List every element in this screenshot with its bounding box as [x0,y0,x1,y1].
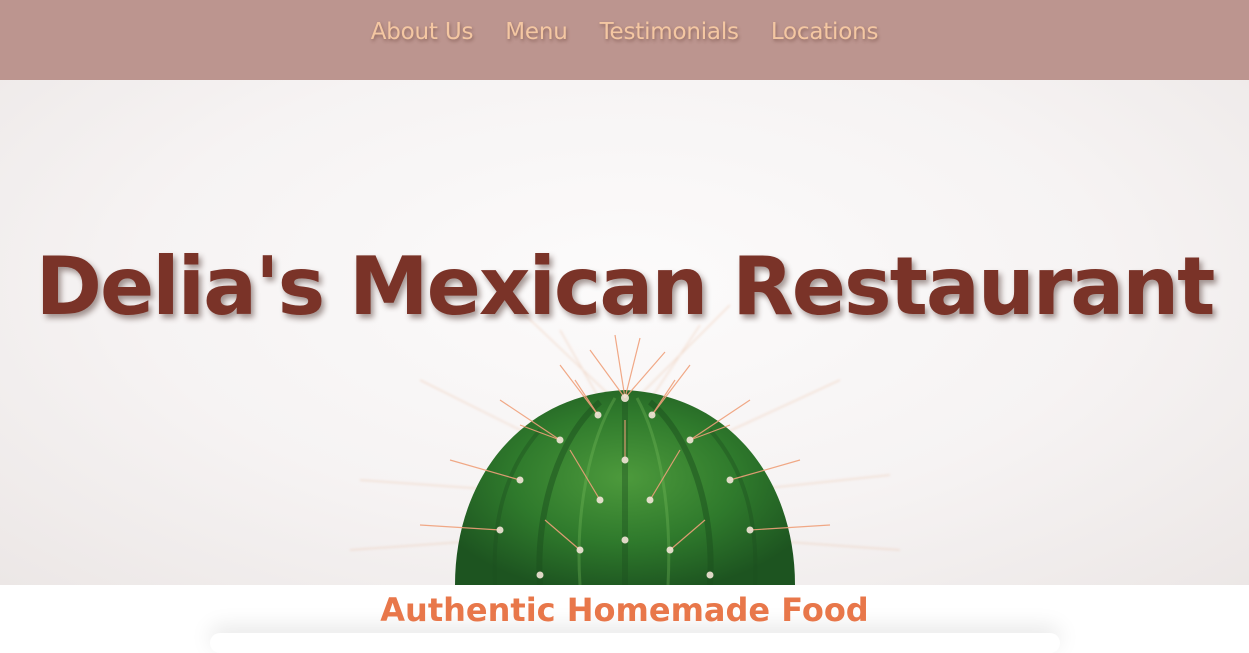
nav-link-about-us[interactable]: About Us [371,19,474,45]
content-card-edge [210,633,1060,653]
tagline-heading: Authentic Homemade Food [380,591,869,629]
hero-banner: Delia's Mexican Restaurant [0,80,1249,585]
nav-link-menu[interactable]: Menu [505,19,568,45]
restaurant-title: Delia's Mexican Restaurant [35,240,1216,333]
nav-link-testimonials[interactable]: Testimonials [600,19,739,45]
tagline-section: Authentic Homemade Food [0,585,1249,639]
top-navigation: About Us Menu Testimonials Locations [0,0,1249,80]
nav-link-locations[interactable]: Locations [771,19,879,45]
